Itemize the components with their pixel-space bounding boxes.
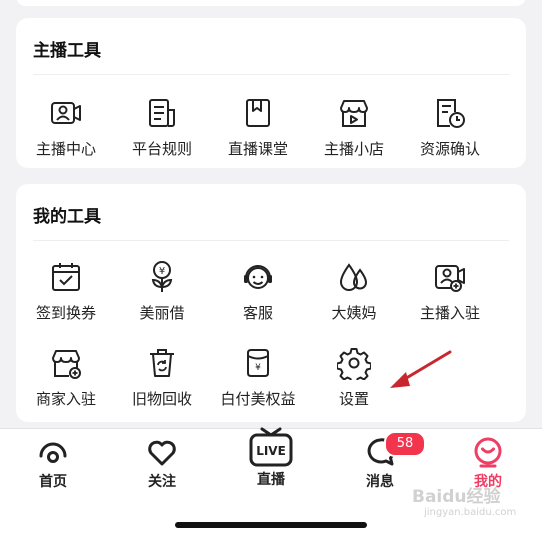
tool-label: 客服 [242,304,273,322]
platform-rules-icon [149,99,175,127]
watermark-url: jingyan.baidu.com [424,507,517,518]
tool-customer-service[interactable]: 客服 [210,260,306,323]
tool-period-tracker[interactable]: 大姨妈 [306,260,402,323]
merchant-join-icon [52,350,81,379]
tool-live-classroom[interactable]: 直播课堂 [210,96,306,159]
heart-icon [148,440,176,466]
tool-anchor-center[interactable]: 主播中心 [18,96,114,159]
tool-label: 美丽借 [139,304,185,322]
tool-label: 大姨妈 [331,304,377,322]
tab-label: 首页 [39,474,67,490]
tool-merchant-join[interactable]: 商家入驻 [18,346,114,409]
tool-checkin[interactable]: 签到换券 [18,260,114,323]
home-icon [39,442,67,463]
anchor-tools-card: 主播工具 主播中心 平台规则 直播课堂 主播小店 资源确认 [16,18,526,168]
previous-card [16,0,526,6]
tool-resource-confirm[interactable]: 资源确认 [402,96,498,159]
beauty-loan-icon: ¥ [151,261,173,292]
baifumei-benefits-icon: ¥ [247,349,269,377]
customer-service-icon [244,265,272,289]
live-classroom-icon [246,99,270,127]
tab-label: 直播 [257,472,285,488]
period-tracker-icon [339,263,368,291]
tool-beauty-loan[interactable]: ¥ 美丽借 [114,260,210,323]
tab-messages[interactable]: 58 消息 [340,431,426,491]
my-tools-title: 我的工具 [33,207,101,227]
settings-gear-icon [337,348,371,380]
divider [33,74,509,75]
tool-label: 主播小店 [323,140,384,158]
svg-text:¥: ¥ [255,363,261,373]
tool-label: 主播中心 [35,140,96,158]
tool-platform-rules[interactable]: 平台规则 [114,96,210,159]
tab-home[interactable]: 首页 [13,435,93,491]
anchor-join-icon [435,265,465,292]
tool-label: 主播入驻 [419,304,480,322]
live-icon-text: LIVE [256,444,286,458]
tool-label: 签到换券 [35,304,96,322]
resource-confirm-icon [437,99,465,128]
message-badge: 58 [384,431,426,457]
anchor-center-icon [51,102,81,124]
tool-label: 直播课堂 [227,140,288,158]
tool-baifumei-benefits[interactable]: ¥ 白付美权益 [210,346,306,409]
recycle-icon [150,349,174,377]
tool-label: 资源确认 [419,140,480,158]
svg-text:¥: ¥ [159,266,165,277]
checkin-calendar-icon [52,263,80,291]
annotation-arrow-icon [390,350,452,388]
tool-anchor-shop[interactable]: 主播小店 [306,96,402,159]
watermark-brand: Baidu经验 [412,487,501,507]
watermark: Baidu经验 jingyan.baidu.com [412,482,532,536]
tool-recycle[interactable]: 旧物回收 [114,346,210,409]
tab-live[interactable]: LIVE 直播 [231,423,311,489]
home-indicator [175,522,367,528]
anchor-shop-icon [340,100,368,127]
tab-label: 消息 [366,474,394,490]
live-tv-icon: LIVE [249,427,293,467]
divider [33,240,509,241]
tab-label: 关注 [148,474,176,490]
tool-label: 旧物回收 [131,390,192,408]
tool-label: 白付美权益 [220,390,296,408]
anchor-tools-title: 主播工具 [33,41,101,61]
tool-anchor-join[interactable]: 主播入驻 [402,260,498,323]
profile-icon [474,437,502,468]
tool-label: 平台规则 [131,140,192,158]
tool-label: 商家入驻 [35,390,96,408]
tab-follow[interactable]: 关注 [122,435,202,491]
